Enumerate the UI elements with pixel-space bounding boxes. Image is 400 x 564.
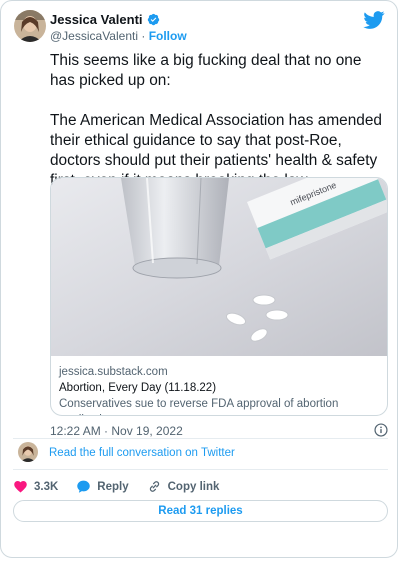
info-icon[interactable] <box>374 423 388 437</box>
link-preview-card[interactable]: mifepristone jessica.substack.com Aborti… <box>50 177 388 416</box>
like-button[interactable]: 3.3K <box>13 479 58 494</box>
tweet-text: This seems like a big fucking deal that … <box>50 52 382 189</box>
link-preview-image: mifepristone <box>51 178 387 356</box>
tweet-embed-card: Jessica Valenti @JessicaValenti · Follow… <box>0 0 398 558</box>
link-title: Abortion, Every Day (11.18.22) <box>59 382 217 394</box>
link-domain: jessica.substack.com <box>59 366 168 378</box>
divider <box>13 469 388 470</box>
author-handle-row: @JessicaValenti · Follow <box>50 29 187 43</box>
read-replies-button[interactable]: Read 31 replies <box>13 500 388 522</box>
author-avatar[interactable] <box>14 10 46 42</box>
reply-button[interactable]: Reply <box>76 479 129 494</box>
author-name[interactable]: Jessica Valenti <box>50 12 143 27</box>
reply-label: Reply <box>97 480 129 493</box>
heart-icon <box>14 481 27 493</box>
conversation-avatar <box>18 442 38 462</box>
link-description: Conservatives sue to reverse FDA approva… <box>59 398 339 415</box>
author-name-row[interactable]: Jessica Valenti <box>50 12 160 27</box>
verified-badge-icon <box>147 13 159 26</box>
author-handle[interactable]: @JessicaValenti <box>50 29 138 43</box>
tweet-timestamp[interactable]: 12:22 AM · Nov 19, 2022 <box>50 424 183 438</box>
link-icon <box>149 481 159 492</box>
twitter-bird-icon[interactable] <box>363 11 385 29</box>
copy-link-button[interactable]: Copy link <box>147 479 220 494</box>
like-count: 3.3K <box>34 480 59 493</box>
divider <box>13 438 388 439</box>
action-bar: 3.3K Reply Copy link <box>13 479 237 494</box>
link-preview-meta: jessica.substack.com Abortion, Every Day… <box>59 364 387 415</box>
copy-link-label: Copy link <box>167 480 220 493</box>
read-conversation-link[interactable]: Read the full conversation on Twitter <box>49 447 235 459</box>
handle-separator: · <box>141 29 146 43</box>
reply-icon <box>77 480 91 493</box>
follow-button[interactable]: Follow <box>149 29 187 43</box>
